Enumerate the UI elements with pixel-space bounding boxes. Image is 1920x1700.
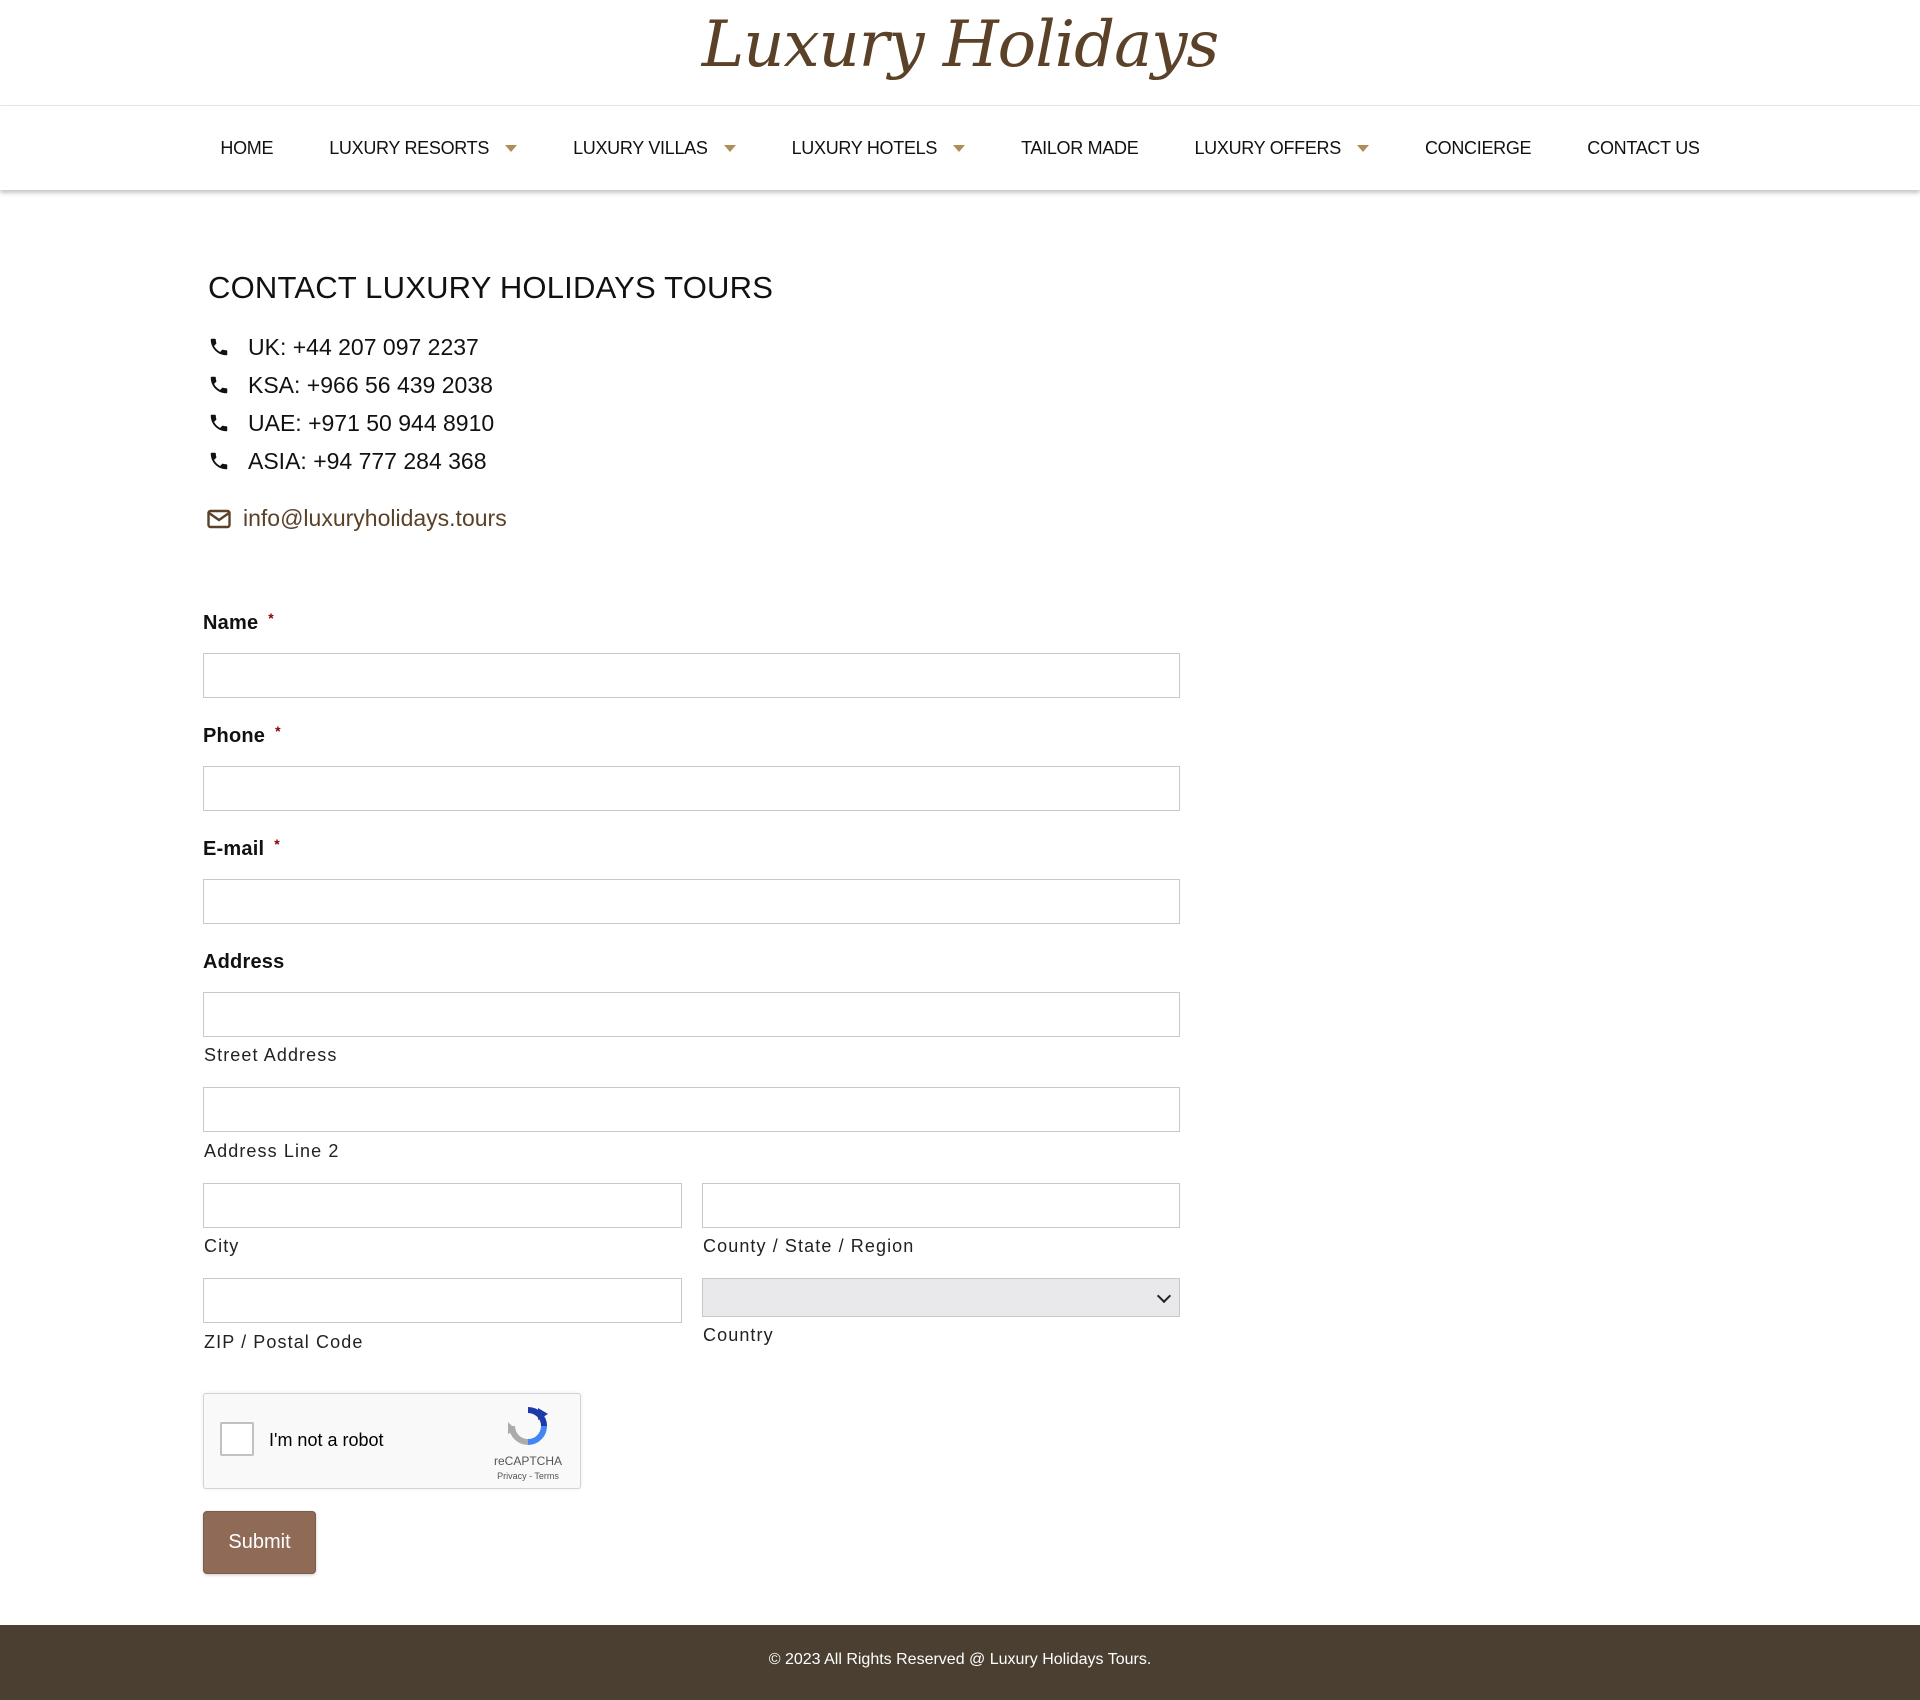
required-mark: * [275, 723, 281, 739]
phone-list: UK: +44 207 097 2237 KSA: +966 56 439 203… [208, 328, 773, 480]
nav-item-contact-us[interactable]: CONTACT US [1559, 106, 1727, 190]
nav-item-luxury-resorts[interactable]: LUXURY RESORTS [301, 106, 545, 190]
nav-item-home[interactable]: HOME [192, 106, 301, 190]
recaptcha-label: I'm not a robot [269, 1430, 384, 1450]
country-select[interactable] [702, 1278, 1180, 1317]
phone-row[interactable]: UK: +44 207 097 2237 [208, 328, 773, 366]
phone-icon [210, 376, 228, 394]
caret-down-icon [505, 144, 518, 152]
region-label: County / State / Region [703, 1236, 915, 1256]
nav-item-label: LUXURY HOTELS [791, 137, 938, 158]
nav-item-label: CONCIERGE [1424, 137, 1532, 158]
nav-item-label: LUXURY VILLAS [573, 137, 708, 158]
copyright-text: © 2023 All Rights Reserved @ Luxury Holi… [768, 1651, 1152, 1668]
email-text[interactable]: info@luxuryholidays.tours [243, 505, 507, 532]
email-label: E-mail * [203, 836, 280, 860]
nav-item-label: TAILOR MADE [1021, 137, 1139, 158]
zip-input[interactable] [203, 1278, 682, 1323]
nav-item-luxury-villas[interactable]: LUXURY VILLAS [545, 106, 764, 190]
header: Luxury Holidays [0, 0, 1920, 106]
phone-icon [210, 452, 228, 470]
name-label: Name * [203, 610, 274, 634]
footer: © 2023 All Rights Reserved @ Luxury Holi… [0, 1625, 1920, 1700]
recaptcha-icon [508, 1407, 548, 1445]
caret-down-icon [953, 144, 966, 152]
chevron-down-icon [1156, 1288, 1172, 1304]
page-title: CONTACT LUXURY HOLIDAYS TOURS [208, 270, 774, 305]
street-address-input[interactable] [203, 992, 1180, 1037]
street-address-label: Street Address [204, 1045, 338, 1065]
phone-number: UAE: +971 50 944 8910 [248, 409, 495, 436]
phone-number: KSA: +966 56 439 2038 [248, 371, 493, 398]
email-link[interactable]: info@luxuryholidays.tours [207, 505, 773, 532]
phone-input[interactable] [203, 766, 1180, 811]
phone-icon [210, 338, 228, 356]
phone-number: UK: +44 207 097 2237 [248, 333, 479, 360]
caret-down-icon [1356, 144, 1369, 152]
recaptcha-widget: I'm not a robot reCAPTCHA Privacy - Term… [203, 1393, 581, 1489]
nav-item-label: LUXURY OFFERS [1194, 137, 1341, 158]
country-label: Country [703, 1325, 774, 1345]
address-label: Address [203, 951, 285, 973]
nav-item-luxury-offers[interactable]: LUXURY OFFERS [1166, 106, 1396, 190]
caret-down-icon [723, 144, 736, 152]
phone-row[interactable]: KSA: +966 56 439 2038 [208, 366, 773, 404]
envelope-icon [207, 509, 231, 528]
phone-icon [210, 414, 228, 432]
city-input[interactable] [203, 1183, 682, 1228]
contact-info: CONTACT LUXURY HOLIDAYS TOURS UK: +44 20… [207, 270, 774, 532]
address-line2-input[interactable] [203, 1087, 1180, 1132]
recaptcha-checkbox[interactable] [220, 1422, 254, 1456]
nav-item-label: HOME [220, 137, 274, 158]
recaptcha-brand: reCAPTCHA [493, 1454, 562, 1468]
phone-row[interactable]: ASIA: +94 777 284 368 [208, 442, 773, 480]
required-mark: * [274, 836, 280, 852]
zip-label: ZIP / Postal Code [204, 1332, 364, 1352]
recaptcha-links[interactable]: Privacy - Terms [480, 1471, 576, 1481]
phone-row[interactable]: UAE: +971 50 944 8910 [208, 404, 773, 442]
nav-item-label: LUXURY RESORTS [329, 137, 490, 158]
site-logo[interactable]: Luxury Holidays [0, 8, 1920, 82]
nav-list: HOME LUXURY RESORTS LUXURY VILLAS LUXURY HO… [0, 106, 1920, 190]
city-label: City [204, 1236, 240, 1256]
nav-item-luxury-hotels[interactable]: LUXURY HOTELS [764, 106, 994, 190]
address-line2-label: Address Line 2 [204, 1141, 340, 1161]
nav-item-label: CONTACT US [1587, 137, 1700, 158]
nav-item-tailor-made[interactable]: TAILOR MADE [993, 106, 1166, 190]
region-input[interactable] [702, 1183, 1180, 1228]
phone-label: Phone * [203, 723, 281, 747]
submit-button[interactable]: Submit [203, 1511, 316, 1574]
phone-number: ASIA: +94 777 284 368 [248, 447, 487, 474]
nav-item-concierge[interactable]: CONCIERGE [1397, 106, 1559, 190]
email-input[interactable] [203, 879, 1180, 924]
main-nav: HOME LUXURY RESORTS LUXURY VILLAS LUXURY HO… [0, 106, 1920, 190]
name-input[interactable] [203, 653, 1180, 698]
required-mark: * [268, 610, 274, 626]
